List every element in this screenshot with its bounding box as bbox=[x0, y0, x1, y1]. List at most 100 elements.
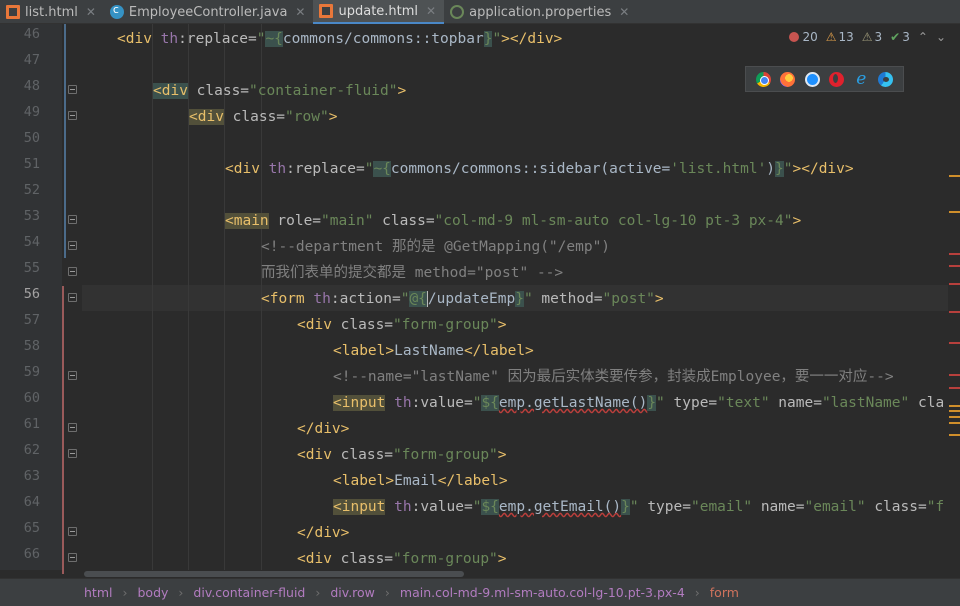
stripe-mark[interactable] bbox=[949, 211, 960, 213]
token: "f bbox=[926, 499, 945, 515]
breadcrumb-item[interactable]: div.row bbox=[330, 585, 375, 600]
stripe-mark[interactable] bbox=[949, 434, 960, 436]
scrollbar-thumb[interactable] bbox=[84, 571, 464, 577]
stripe-mark[interactable] bbox=[949, 265, 960, 267]
fold-toggle-icon[interactable] bbox=[68, 85, 77, 94]
stripe-mark[interactable] bbox=[949, 253, 960, 255]
edge-icon[interactable] bbox=[878, 71, 894, 87]
error-count[interactable]: 20 bbox=[789, 30, 818, 44]
safari-icon[interactable] bbox=[804, 71, 820, 87]
chevron-right-icon: › bbox=[694, 585, 700, 600]
chrome-icon[interactable] bbox=[755, 71, 771, 87]
code-line[interactable]: <input th:value="${emp.getLastName()}" t… bbox=[333, 390, 944, 416]
chevron-up-icon[interactable]: ⌃ bbox=[918, 30, 928, 44]
code-editor[interactable]: <div th:replace="~{commons/commons::topb… bbox=[82, 24, 948, 570]
close-icon[interactable]: ✕ bbox=[295, 5, 305, 19]
ie-icon[interactable]: e bbox=[854, 70, 869, 87]
stripe-mark[interactable] bbox=[949, 416, 960, 418]
line-number: 58 bbox=[23, 338, 40, 354]
token: 'list.html' bbox=[670, 161, 767, 177]
code-line[interactable]: <div class="row"> bbox=[189, 104, 337, 130]
token: cla bbox=[909, 395, 945, 411]
code-line[interactable]: <div th:replace= " ~{commons/commons::topb… bbox=[117, 26, 562, 52]
token: } bbox=[515, 291, 524, 307]
token: "row" bbox=[285, 109, 329, 125]
vcs-change-marker[interactable] bbox=[62, 286, 64, 574]
stripe-mark[interactable] bbox=[949, 410, 960, 412]
token: <main bbox=[225, 213, 269, 229]
code-line[interactable]: </div> bbox=[297, 520, 349, 546]
token: <div bbox=[189, 109, 224, 125]
tab-employee-controller[interactable]: EmployeeController.java ✕ bbox=[104, 0, 314, 24]
error-count-value: 20 bbox=[802, 30, 818, 44]
fold-toggle-icon[interactable] bbox=[68, 371, 77, 380]
code-line[interactable]: <label>Email</label> bbox=[333, 468, 508, 494]
stripe-mark[interactable] bbox=[949, 405, 960, 407]
token: "container-fluid" bbox=[249, 83, 398, 99]
code-line-current[interactable]: <form th:action="@{/updateEmp}" method="… bbox=[261, 286, 664, 312]
inspection-widget[interactable]: 20 ⚠ 13 ⚠ 3 ✔ 3 ⌃ ⌄ bbox=[789, 30, 946, 44]
breadcrumb-item[interactable]: body bbox=[137, 585, 168, 600]
line-number: 46 bbox=[23, 26, 40, 42]
tab-list-html[interactable]: list.html ✕ bbox=[0, 0, 104, 24]
weak-warning-count[interactable]: ⚠ 3 bbox=[862, 30, 882, 44]
token: </div> bbox=[297, 525, 350, 541]
token: } bbox=[647, 395, 657, 411]
code-line[interactable]: <div class="container-fluid"> bbox=[153, 78, 406, 104]
fold-toggle-icon[interactable] bbox=[68, 293, 77, 302]
code-line[interactable]: </div> bbox=[297, 416, 349, 442]
close-icon[interactable]: ✕ bbox=[619, 5, 629, 19]
line-number-gutter[interactable]: 46 47 48 49 50 51 52 53 54 55 56 57 58 5… bbox=[0, 24, 62, 570]
fold-toggle-icon[interactable] bbox=[68, 553, 77, 562]
stripe-mark[interactable] bbox=[949, 422, 960, 424]
breadcrumb-item[interactable]: div.container-fluid bbox=[193, 585, 305, 600]
fold-toggle-icon[interactable] bbox=[68, 215, 77, 224]
warning-icon: ⚠ bbox=[825, 30, 837, 44]
code-line[interactable]: <label>LastName</label> bbox=[333, 338, 534, 364]
tab-application-properties[interactable]: application.properties ✕ bbox=[444, 0, 637, 24]
code-line[interactable]: <div th:replace= " ~{commons/commons::side… bbox=[225, 156, 854, 182]
breadcrumb-item[interactable]: html bbox=[84, 585, 112, 600]
fold-toggle-icon[interactable] bbox=[68, 241, 77, 250]
fold-toggle-icon[interactable] bbox=[68, 111, 77, 120]
token: "col-md-9 ml-sm-auto col-lg-10 pt-3 px-4… bbox=[434, 213, 793, 229]
stripe-mark[interactable] bbox=[949, 387, 960, 389]
token: th bbox=[385, 395, 412, 411]
firefox-icon[interactable] bbox=[780, 71, 796, 87]
chevron-down-icon[interactable]: ⌄ bbox=[936, 30, 946, 44]
code-line[interactable]: <div class="form-group"> bbox=[297, 442, 507, 468]
error-stripe[interactable] bbox=[948, 24, 960, 570]
close-icon[interactable]: ✕ bbox=[426, 4, 436, 18]
stripe-mark[interactable] bbox=[949, 342, 960, 344]
weak-warning-icon: ⚠ bbox=[861, 30, 873, 44]
stripe-mark[interactable] bbox=[949, 283, 960, 285]
horizontal-scrollbar[interactable] bbox=[82, 570, 948, 578]
fold-toggle-icon[interactable] bbox=[68, 527, 77, 536]
token: emp.getEmail() bbox=[498, 499, 622, 515]
code-line[interactable]: <main role="main" class="col-md-9 ml-sm-… bbox=[225, 208, 801, 234]
code-comment-line[interactable]: <!--name="lastName" 因为最后实体类要传参，封装成Employ… bbox=[333, 364, 894, 390]
breadcrumb-item[interactable]: form bbox=[710, 585, 739, 600]
close-icon[interactable]: ✕ bbox=[86, 5, 96, 19]
vcs-change-marker[interactable] bbox=[64, 24, 66, 258]
stripe-mark[interactable] bbox=[949, 311, 960, 313]
code-line[interactable]: <div class="form-group"> bbox=[297, 312, 507, 338]
opera-icon[interactable] bbox=[829, 71, 845, 87]
breadcrumb-item[interactable]: main.col-md-9.ml-sm-auto.col-lg-10.pt-3.… bbox=[400, 585, 685, 600]
code-line[interactable]: <div class="form-group"> bbox=[297, 546, 507, 570]
fold-toggle-icon[interactable] bbox=[68, 449, 77, 458]
fold-toggle-icon[interactable] bbox=[68, 423, 77, 432]
code-line[interactable]: <input th:value="${emp.getEmail()}" type… bbox=[333, 494, 944, 520]
stripe-mark[interactable] bbox=[949, 175, 960, 177]
code-comment-line[interactable]: 而我们表单的提交都是 method="post" --> bbox=[261, 260, 563, 286]
typo-count[interactable]: ✔ 3 bbox=[890, 30, 910, 44]
warning-count[interactable]: ⚠ 13 bbox=[826, 30, 854, 44]
tab-update-html[interactable]: update.html ✕ bbox=[313, 0, 445, 24]
fold-toggle-icon[interactable] bbox=[68, 267, 77, 276]
code-comment-line[interactable]: <!--department 那的是 @GetMapping("/emp") bbox=[261, 234, 610, 260]
stripe-mark[interactable] bbox=[949, 374, 960, 376]
token: </label> bbox=[463, 343, 534, 359]
indent-guide bbox=[152, 24, 153, 570]
token: > bbox=[497, 551, 507, 567]
token: " bbox=[783, 161, 793, 177]
